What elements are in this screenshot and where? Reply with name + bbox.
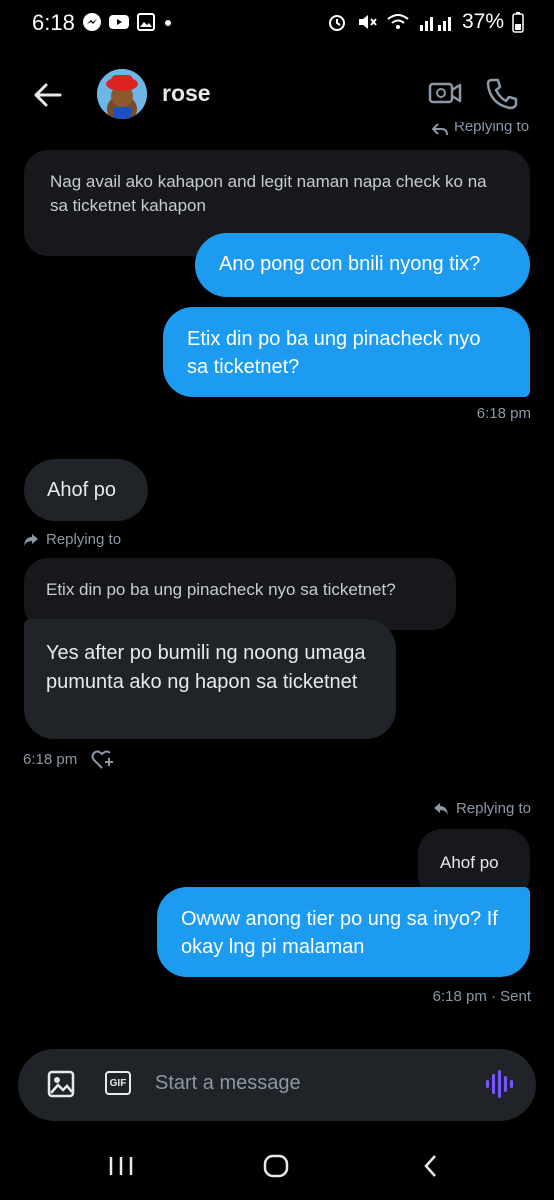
gif-label: GIF xyxy=(109,1077,127,1089)
nav-back-icon[interactable] xyxy=(420,1153,442,1179)
mute-icon xyxy=(358,15,377,29)
voice-message-icon[interactable] xyxy=(484,1068,514,1100)
reply-tag-top: Replying to xyxy=(432,122,529,138)
video-call-icon[interactable] xyxy=(427,76,463,110)
dot-icon xyxy=(165,20,171,26)
alarm-icon xyxy=(328,15,345,31)
reply-tag-label: Replying to xyxy=(46,531,122,548)
reply-tag-label: Replying to xyxy=(455,800,531,817)
quoted-message-text: Etix din po ba ung pinacheck nyo sa tick… xyxy=(46,580,396,599)
outgoing-message[interactable]: Etix din po ba ung pinacheck nyo sa tick… xyxy=(163,307,530,397)
message-text: Yes after po bumili ng noong umaga pumun… xyxy=(46,642,366,693)
status-bar: 6:18 37% xyxy=(0,0,554,48)
reply-arrow-icon xyxy=(24,533,38,546)
quoted-message-text: Ahof po xyxy=(440,853,499,872)
image-icon[interactable] xyxy=(46,1069,76,1099)
reply-arrow-icon xyxy=(433,802,448,815)
wifi-icon xyxy=(387,14,409,29)
outgoing-message[interactable]: Owww anong tier po ung sa inyo? If okay … xyxy=(157,887,530,977)
status-time: 6:18 xyxy=(32,10,75,35)
reply-tag: Replying to xyxy=(22,531,121,548)
add-reaction-icon[interactable] xyxy=(91,748,115,770)
status-notification-icons xyxy=(82,12,174,32)
reply-tag-label: Replying to xyxy=(454,122,530,135)
status-system-icons: 37% xyxy=(326,10,524,34)
avatar-image xyxy=(97,69,147,119)
message-timestamp: 6:18 pm · Sent xyxy=(432,988,531,1005)
gif-button[interactable]: GIF xyxy=(105,1071,131,1095)
system-nav-bar xyxy=(0,1140,554,1200)
incoming-message[interactable]: Yes after po bumili ng noong umaga pumun… xyxy=(24,619,396,739)
contact-name[interactable]: rose xyxy=(162,80,211,107)
message-input[interactable]: Start a message xyxy=(155,1072,301,1095)
message-text: Etix din po ba ung pinacheck nyo sa tick… xyxy=(187,328,481,378)
messenger-icon xyxy=(83,13,101,31)
home-icon[interactable] xyxy=(262,1153,290,1179)
message-meta: 6:18 pm xyxy=(23,748,115,770)
message-text: Owww anong tier po ung sa inyo? If okay … xyxy=(181,908,498,958)
outgoing-message[interactable]: Ano pong con bnili nyong tix? xyxy=(195,233,530,297)
battery-percent: 37% xyxy=(461,10,504,33)
signal-icon xyxy=(419,17,451,31)
message-timestamp: 6:18 pm xyxy=(23,750,78,768)
quoted-message-text: Nag avail ako kahapon and legit naman na… xyxy=(50,172,487,215)
battery-icon xyxy=(512,12,524,33)
reply-arrow-icon xyxy=(432,123,448,136)
message-text: Ahof po xyxy=(47,479,116,501)
message-text: Ano pong con bnili nyong tix? xyxy=(219,253,481,275)
message-timestamp: 6:18 pm xyxy=(476,405,531,422)
recent-apps-icon[interactable] xyxy=(108,1155,134,1177)
gallery-icon xyxy=(137,13,155,31)
reply-tag: Replying to xyxy=(432,800,531,817)
incoming-message[interactable]: Ahof po xyxy=(24,459,148,521)
youtube-icon xyxy=(109,15,129,29)
avatar[interactable] xyxy=(97,69,147,119)
back-arrow-icon[interactable] xyxy=(30,78,64,112)
phone-call-icon[interactable] xyxy=(484,76,520,110)
